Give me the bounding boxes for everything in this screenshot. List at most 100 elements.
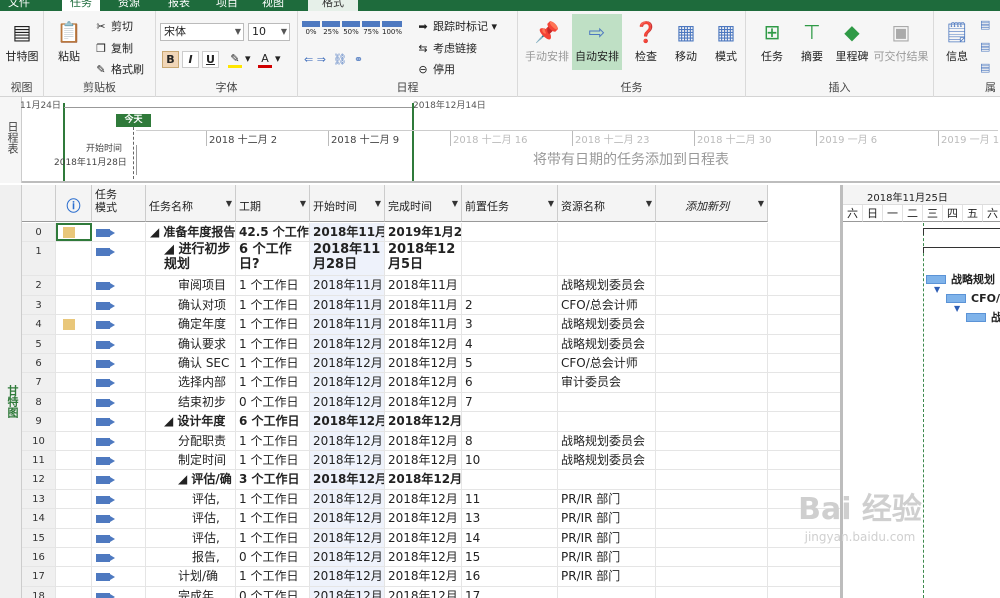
table-row[interactable]: 6 确认 SEC 1 个工作日 2018年12月 2018年12月 5 CFO/总会计师 xyxy=(22,354,840,374)
duration-cell[interactable]: 0 个工作日 xyxy=(236,392,310,412)
table-row[interactable]: 5 确认要求 1 个工作日 2018年12月 2018年12月 4 战略规划委员会 xyxy=(22,334,840,354)
milestone-button[interactable]: ◆ 里程碑 xyxy=(832,19,872,64)
row-number[interactable]: 16 xyxy=(22,548,56,567)
finish-cell[interactable]: 2018年12月 xyxy=(385,451,462,470)
tab-format[interactable]: 格式 xyxy=(308,0,358,11)
table-row[interactable]: 4 确定年度 1 个工作日 2018年11月 2018年11月 3 战略规划委员会 xyxy=(22,315,840,335)
new-column-cell[interactable] xyxy=(656,451,768,470)
mode-cell[interactable] xyxy=(92,586,146,598)
task-name-cell[interactable]: ◢ 设计年度 xyxy=(146,412,236,431)
predecessors-cell[interactable]: 6 xyxy=(462,373,558,392)
row-number[interactable]: 7 xyxy=(22,373,56,392)
new-column-cell[interactable] xyxy=(656,431,768,450)
task-name-cell[interactable]: 评估, xyxy=(146,509,236,528)
predecessors-cell[interactable] xyxy=(462,412,558,431)
table-row[interactable]: 11 制定时间 1 个工作日 2018年12月 2018年12月 10 战略规划委员会 xyxy=(22,451,840,471)
table-row[interactable]: 7 选择内部 1 个工作日 2018年12月 2018年12月 6 审计委员会 xyxy=(22,373,840,393)
new-column-cell[interactable] xyxy=(656,276,768,295)
mode-column-header[interactable]: 任务 模式 xyxy=(92,185,146,222)
finish-cell[interactable]: 2019年1月2 xyxy=(385,223,462,242)
tab-report[interactable]: 报表 xyxy=(168,0,190,11)
duration-cell[interactable]: 6 个工作日 xyxy=(236,412,310,431)
task-bar[interactable] xyxy=(966,313,986,322)
predecessors-cell[interactable]: 10 xyxy=(462,451,558,470)
predecessors-cell[interactable]: 15 xyxy=(462,548,558,567)
chevron-down-icon[interactable]: ▼ xyxy=(452,185,458,221)
finish-cell[interactable]: 2018年12月 xyxy=(385,354,462,373)
mode-cell[interactable] xyxy=(92,373,146,392)
start-cell[interactable]: 2018年11月 xyxy=(310,315,385,334)
mode-cell[interactable] xyxy=(92,431,146,450)
predecessors-cell[interactable]: 5 xyxy=(462,354,558,373)
add-column-header[interactable]: 添加新列 ▼ xyxy=(656,185,768,222)
duration-cell[interactable]: 1 个工作日 xyxy=(236,315,310,334)
new-column-cell[interactable] xyxy=(656,509,768,528)
predecessors-cell[interactable]: 3 xyxy=(462,315,558,334)
copy-button[interactable]: ❐ 复制 xyxy=(94,40,133,56)
finish-cell[interactable]: 2018年12月 xyxy=(385,373,462,392)
resource-cell[interactable]: 战略规划委员会 xyxy=(558,451,656,470)
duration-cell[interactable]: 1 个工作日 xyxy=(236,489,310,509)
predecessors-cell[interactable] xyxy=(462,223,558,242)
new-column-cell[interactable] xyxy=(656,295,768,315)
predecessors-cell[interactable]: 2 xyxy=(462,295,558,315)
resource-cell[interactable] xyxy=(558,586,656,598)
resource-cell[interactable]: PR/IR 部门 xyxy=(558,528,656,547)
chevron-down-icon[interactable]: ▼ xyxy=(375,185,381,221)
info-column-header[interactable]: ⓘ xyxy=(56,185,92,222)
new-column-cell[interactable] xyxy=(656,412,768,431)
auto-schedule-button[interactable]: ⇨ 自动安排 xyxy=(572,14,622,70)
start-cell[interactable]: 2018年12月 xyxy=(310,528,385,547)
mode-cell[interactable] xyxy=(92,470,146,489)
start-cell[interactable]: 2018年12月 xyxy=(310,431,385,450)
task-grid[interactable]: ⓘ 任务 模式 任务名称 ▼ 工期 ▼ 开始时间 ▼ 完成时间 ▼ 前置任务 ▼ 资源名称… xyxy=(22,185,840,598)
row-number[interactable]: 12 xyxy=(22,470,56,489)
predecessors-cell[interactable]: 4 xyxy=(462,334,558,353)
indicator-cell[interactable] xyxy=(56,412,92,431)
new-column-cell[interactable] xyxy=(656,528,768,547)
new-column-cell[interactable] xyxy=(656,242,768,276)
note-icon[interactable] xyxy=(63,227,75,238)
start-cell[interactable]: 2018年12月 xyxy=(310,586,385,598)
row-number[interactable]: 6 xyxy=(22,354,56,373)
table-row[interactable]: 17 计划/确 1 个工作日 2018年12月 2018年12月 16 PR/IR 部门 xyxy=(22,567,840,587)
duration-cell[interactable]: 1 个工作日 xyxy=(236,567,310,586)
resource-cell[interactable]: 战略规划委员会 xyxy=(558,334,656,353)
deliverable-button[interactable]: ▣ 可交付结果 xyxy=(872,19,930,64)
new-column-cell[interactable] xyxy=(656,223,768,242)
mode-cell[interactable] xyxy=(92,509,146,528)
tab-file[interactable]: 文件 xyxy=(8,0,30,11)
format-painter-button[interactable]: ✎ 格式刷 xyxy=(94,61,144,77)
new-column-cell[interactable] xyxy=(656,586,768,598)
timeline-left-bound[interactable] xyxy=(63,103,65,181)
indicator-cell[interactable] xyxy=(56,470,92,489)
mode-cell[interactable] xyxy=(92,354,146,373)
resource-cell[interactable]: 战略规划委员会 xyxy=(558,431,656,450)
mode-cell[interactable] xyxy=(92,412,146,431)
resource-cell[interactable]: PR/IR 部门 xyxy=(558,548,656,567)
resource-column-header[interactable]: 资源名称 ▼ xyxy=(558,185,656,222)
mode-button[interactable]: ▦ 模式 xyxy=(708,19,744,64)
row-number[interactable]: 17 xyxy=(22,567,56,586)
table-row[interactable]: 0 ◢ 准备年度报告 42.5 个工作 2018年11月 2019年1月2 xyxy=(22,223,840,243)
row-number[interactable]: 1 xyxy=(22,242,56,276)
row-number[interactable]: 11 xyxy=(22,451,56,470)
resource-cell[interactable] xyxy=(558,412,656,431)
row-number[interactable]: 3 xyxy=(22,295,56,315)
start-cell[interactable]: 2018年12月 xyxy=(310,509,385,528)
duration-cell[interactable]: 1 个工作日 xyxy=(236,354,310,373)
start-cell[interactable]: 2018年11月 xyxy=(310,295,385,315)
duration-cell[interactable]: 1 个工作日 xyxy=(236,334,310,353)
name-column-header[interactable]: 任务名称 ▼ xyxy=(146,185,236,222)
finish-cell[interactable]: 2018年12月 xyxy=(385,392,462,412)
cut-button[interactable]: ✂ 剪切 xyxy=(94,18,133,34)
mode-cell[interactable] xyxy=(92,528,146,547)
predecessors-cell[interactable]: 13 xyxy=(462,509,558,528)
task-name-cell[interactable]: 制定时间 xyxy=(146,451,236,470)
mark-on-track-button[interactable]: ➡ 跟踪时标记 ▾ xyxy=(416,18,497,34)
mode-cell[interactable] xyxy=(92,567,146,586)
summary-bar[interactable] xyxy=(923,247,1000,253)
duration-cell[interactable]: 1 个工作日 xyxy=(236,373,310,392)
table-row[interactable]: 13 评估, 1 个工作日 2018年12月 2018年12月 11 PR/IR 部门 xyxy=(22,489,840,510)
font-size-combo[interactable]: 10 ▼ xyxy=(248,23,290,41)
